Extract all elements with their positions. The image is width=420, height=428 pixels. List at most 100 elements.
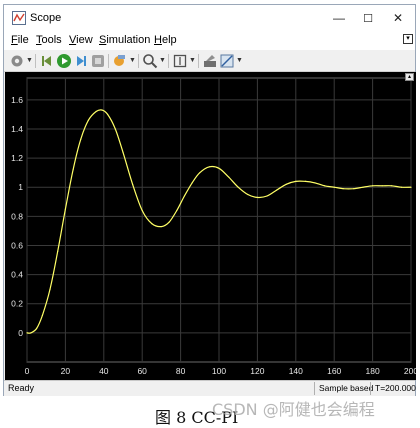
y-tick-label: 1.2 <box>11 153 23 163</box>
trace-point <box>247 193 249 196</box>
highlight-dropdown-icon[interactable]: ▼ <box>129 57 136 64</box>
trace-point <box>256 196 258 199</box>
settings-icon[interactable] <box>9 53 25 69</box>
csdn-watermark: CSDN @阿健也会编程 <box>212 400 375 419</box>
trace-point <box>80 138 82 140</box>
x-tick-label: 200 <box>404 366 416 376</box>
x-tick-label: 40 <box>99 366 109 376</box>
style-icon[interactable] <box>219 53 235 69</box>
status-bar: Ready Sample based T=200.000 <box>4 380 416 396</box>
trace-point <box>285 183 287 185</box>
step-forward-icon[interactable] <box>73 53 89 69</box>
trace-point <box>381 185 383 187</box>
settings-dropdown-icon[interactable]: ▼ <box>26 57 33 64</box>
write-icon[interactable] <box>202 53 218 69</box>
toolbar-separator <box>35 54 36 68</box>
stop-icon[interactable] <box>90 53 106 69</box>
trace-point <box>41 314 43 316</box>
trace-point <box>87 119 90 121</box>
trace-point <box>391 185 393 187</box>
scope-window: Scope — ☐ ✕ File Tools View Simulation H… <box>3 4 416 396</box>
y-tick-label: 0 <box>18 328 23 338</box>
trace-point <box>199 172 201 174</box>
x-tick-label: 180 <box>366 366 380 376</box>
trace-point <box>160 225 162 228</box>
x-tick-label: 60 <box>137 366 147 376</box>
trace-point <box>183 195 186 197</box>
scope-plot-area[interactable]: 0 20 40 60 80 100 120 140 160 180 200 0 0.2 0.4 0.6 0.8… <box>5 72 416 380</box>
trace-point <box>352 188 354 190</box>
trace-point <box>176 209 178 212</box>
scope-plot: 0 20 40 60 80 100 120 140 160 180 200 0 0.2 0.4 0.6 0.8… <box>11 77 416 376</box>
window-title: Scope <box>30 12 62 24</box>
trace-point <box>228 176 230 178</box>
trace-point <box>410 186 412 188</box>
x-tick-label: 0 <box>25 366 30 376</box>
trace-point <box>26 332 28 334</box>
title-bar[interactable]: Scope — ☐ ✕ <box>4 5 415 31</box>
x-tick-label: 20 <box>61 366 71 376</box>
trace-point <box>276 189 278 191</box>
toolbar-separator <box>168 54 169 68</box>
trace-point <box>168 221 170 223</box>
x-tick-label: 80 <box>176 366 186 376</box>
trace-point <box>30 332 32 334</box>
menu-help[interactable]: Help <box>154 34 177 46</box>
trace-point <box>295 180 297 183</box>
maximize-button[interactable]: ☐ <box>353 5 383 31</box>
trace-point <box>107 113 109 116</box>
y-tick-label: 1.6 <box>11 95 23 105</box>
fit-to-view-icon[interactable] <box>172 53 188 69</box>
trace-point <box>49 288 51 290</box>
trace-point <box>304 180 306 183</box>
x-tick-label: 140 <box>289 366 303 376</box>
trace-point <box>218 167 220 169</box>
trace-point <box>36 327 38 330</box>
toolbar-separator <box>108 54 109 68</box>
toolbar-separator <box>198 54 199 68</box>
axes-menu-icon[interactable]: ▴ <box>405 73 414 81</box>
trace-point <box>72 169 74 171</box>
toolbar: ▼ ▼ ▼ ▼ ▼ <box>4 50 415 72</box>
trace-point <box>372 185 374 187</box>
zoom-icon[interactable] <box>142 53 158 69</box>
y-tick-label: 0.4 <box>11 270 23 280</box>
close-button[interactable]: ✕ <box>383 5 413 31</box>
style-dropdown-icon[interactable]: ▼ <box>236 57 243 64</box>
trace-point <box>151 223 153 225</box>
trace-point <box>191 182 193 184</box>
menu-simulation[interactable]: Simulation <box>99 34 150 46</box>
highlight-icon[interactable] <box>112 53 128 69</box>
sim-time-indicator: T=200.000 <box>370 382 420 395</box>
run-icon[interactable] <box>56 53 72 69</box>
trace-point <box>237 186 239 188</box>
y-tick-label: 0.6 <box>11 240 23 250</box>
trace-point <box>208 166 210 168</box>
scope-app-icon <box>12 11 26 25</box>
menu-bar: File Tools View Simulation Help ▾ <box>4 31 415 50</box>
menu-file[interactable]: File <box>11 34 29 46</box>
menu-view[interactable]: View <box>69 34 93 46</box>
y-tick-label: 1 <box>18 182 23 192</box>
undock-arrow-icon[interactable]: ▾ <box>403 34 413 44</box>
trace-point <box>114 128 116 130</box>
y-tick-label: 1.4 <box>11 124 23 134</box>
zoom-dropdown-icon[interactable]: ▼ <box>159 57 166 64</box>
status-ready-text: Ready <box>8 383 35 393</box>
fit-dropdown-icon[interactable]: ▼ <box>189 57 196 64</box>
trace-point <box>132 183 134 185</box>
y-tick-label: 0.8 <box>11 211 23 221</box>
menu-tools[interactable]: Tools <box>36 34 62 46</box>
trace-point <box>141 209 143 212</box>
trace-point <box>333 186 335 188</box>
trace-point <box>324 185 326 187</box>
x-tick-label: 160 <box>327 366 341 376</box>
trace-point <box>343 188 345 190</box>
trace-point <box>122 151 124 153</box>
step-back-icon[interactable] <box>39 53 55 69</box>
minimize-button[interactable]: — <box>324 5 354 31</box>
trace-point <box>64 208 66 210</box>
toolbar-separator <box>138 54 139 68</box>
trace-point <box>266 195 268 197</box>
sample-mode-indicator: Sample based <box>314 382 377 395</box>
